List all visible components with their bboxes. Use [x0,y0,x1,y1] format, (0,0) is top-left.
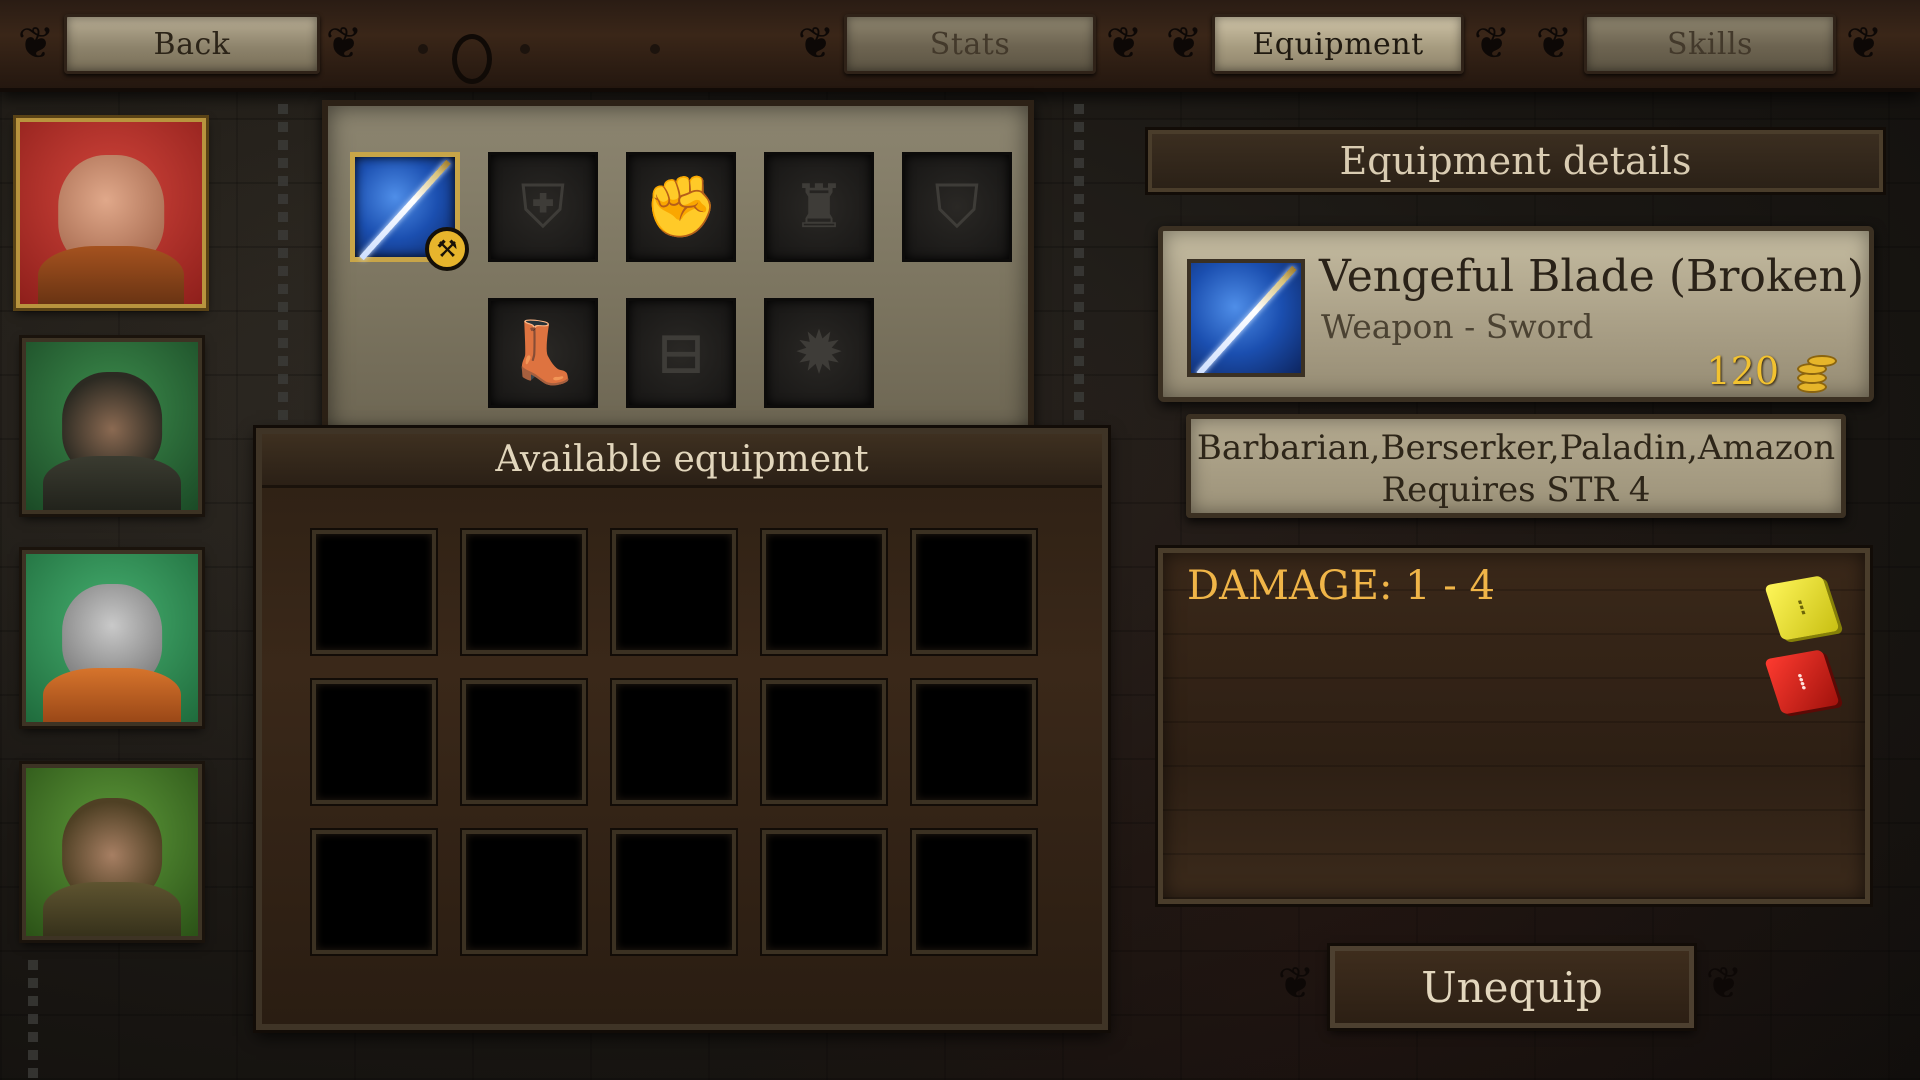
chain-decoration [28,960,38,1080]
scroll-ornament-icon: ❦ [1277,958,1315,1009]
tab-equipment[interactable]: Equipment [1212,14,1464,74]
item-requirements: Barbarian,Berserker,Paladin,Amazon Requi… [1186,414,1846,518]
inventory-cell[interactable] [762,830,886,954]
tab-stats[interactable]: Stats [844,14,1096,74]
helmet-slot[interactable]: ♜ [764,152,874,262]
item-icon [1187,259,1305,377]
repair-hammer-icon: ⚒ [425,227,469,271]
equipment-details-title: Equipment details [1148,130,1883,192]
rivet [520,44,530,54]
scroll-ornament-icon: ❦ [1845,18,1883,69]
portrait-hooded-ranger[interactable] [22,338,202,514]
inventory-cell[interactable] [762,530,886,654]
chest-armor-icon: ⛨ [520,172,566,242]
inventory-cell[interactable] [462,830,586,954]
inventory-cell[interactable] [462,530,586,654]
inventory-cell[interactable] [612,530,736,654]
back-button[interactable]: Back [64,14,320,74]
scroll-ornament-icon: ❦ [797,18,835,69]
equipped-slots-panel: ⚒ ⛨ ✊ ♜ ⛉ 👢 ⊟ ✹ [322,100,1034,440]
horned-helmet-icon: ♜ [792,172,846,242]
inventory-cell[interactable] [912,830,1036,954]
gloves-slot[interactable]: ✊ [626,152,736,262]
inventory-cell[interactable] [912,680,1036,804]
belt-slot[interactable]: ⊟ [626,298,736,408]
scroll-ornament-icon: ❦ [1473,18,1511,69]
class-restrictions: Barbarian,Berserker,Paladin,Amazon [1196,428,1836,468]
belt-icon: ⊟ [655,318,707,388]
portrait-scarred-warrior[interactable] [16,118,206,308]
scroll-ornament-icon: ❦ [1105,18,1143,69]
available-equipment-panel: Available equipment [256,428,1108,1030]
scroll-ornament-icon: ❦ [1705,958,1743,1009]
weapon-slot[interactable]: ⚒ [350,152,469,271]
inventory-cell[interactable] [312,530,436,654]
scroll-ornament-icon: ❦ [325,18,363,69]
rivet [418,44,428,54]
inventory-cell[interactable] [462,680,586,804]
inventory-cell[interactable] [612,830,736,954]
scroll-ornament-icon: ❦ [1535,18,1573,69]
top-navigation-bar: ❦ Back ❦ ❦ Stats ❦ ❦ Equipment ❦ ❦ Skill… [0,0,1920,92]
unequip-button[interactable]: Unequip [1330,946,1694,1028]
inventory-cell[interactable] [612,680,736,804]
amulet-slot[interactable]: ✹ [764,298,874,408]
scroll-ornament-icon: ❦ [17,18,55,69]
armor-slot[interactable]: ⛨ [488,152,598,262]
available-equipment-title: Available equipment [262,434,1102,488]
tab-skills[interactable]: Skills [1584,14,1836,74]
portrait-hooded-rogue[interactable] [22,764,202,940]
scroll-ornament-icon: ❦ [1165,18,1203,69]
yellow-die-icon: ⁝ [1764,575,1840,641]
boot-icon: 👢 [505,318,581,388]
shield-slot[interactable]: ⛉ [902,152,1012,262]
portrait-dwarf-helmet[interactable] [22,550,202,726]
gold-coins-icon [1787,355,1839,395]
damage-stat: DAMAGE: 1 - 4 [1187,563,1495,609]
boots-slot[interactable]: 👢 [488,298,598,408]
rivet [650,44,660,54]
inventory-cell[interactable] [312,680,436,804]
item-price: 120 [1706,349,1779,393]
inventory-cell[interactable] [912,530,1036,654]
stat-requirement: Requires STR 4 [1381,470,1651,510]
chain-decoration [278,104,288,434]
item-stats-panel: DAMAGE: 1 - 4 ⁝ ⁞ [1158,548,1870,904]
amulet-icon: ✹ [793,318,845,388]
inventory-cell[interactable] [312,830,436,954]
sword-icon [1195,265,1297,373]
iron-ring-icon [452,34,492,84]
inventory-cell[interactable] [762,680,886,804]
item-type: Weapon - Sword [1321,307,1594,346]
shield-icon: ⛉ [934,172,980,242]
red-die-icon: ⁞ [1764,649,1840,715]
gauntlet-icon: ✊ [643,172,719,242]
chain-decoration [1074,104,1084,434]
item-summary-card: Vengeful Blade (Broken) Weapon - Sword 1… [1158,226,1874,402]
item-name: Vengeful Blade (Broken) [1319,251,1865,302]
